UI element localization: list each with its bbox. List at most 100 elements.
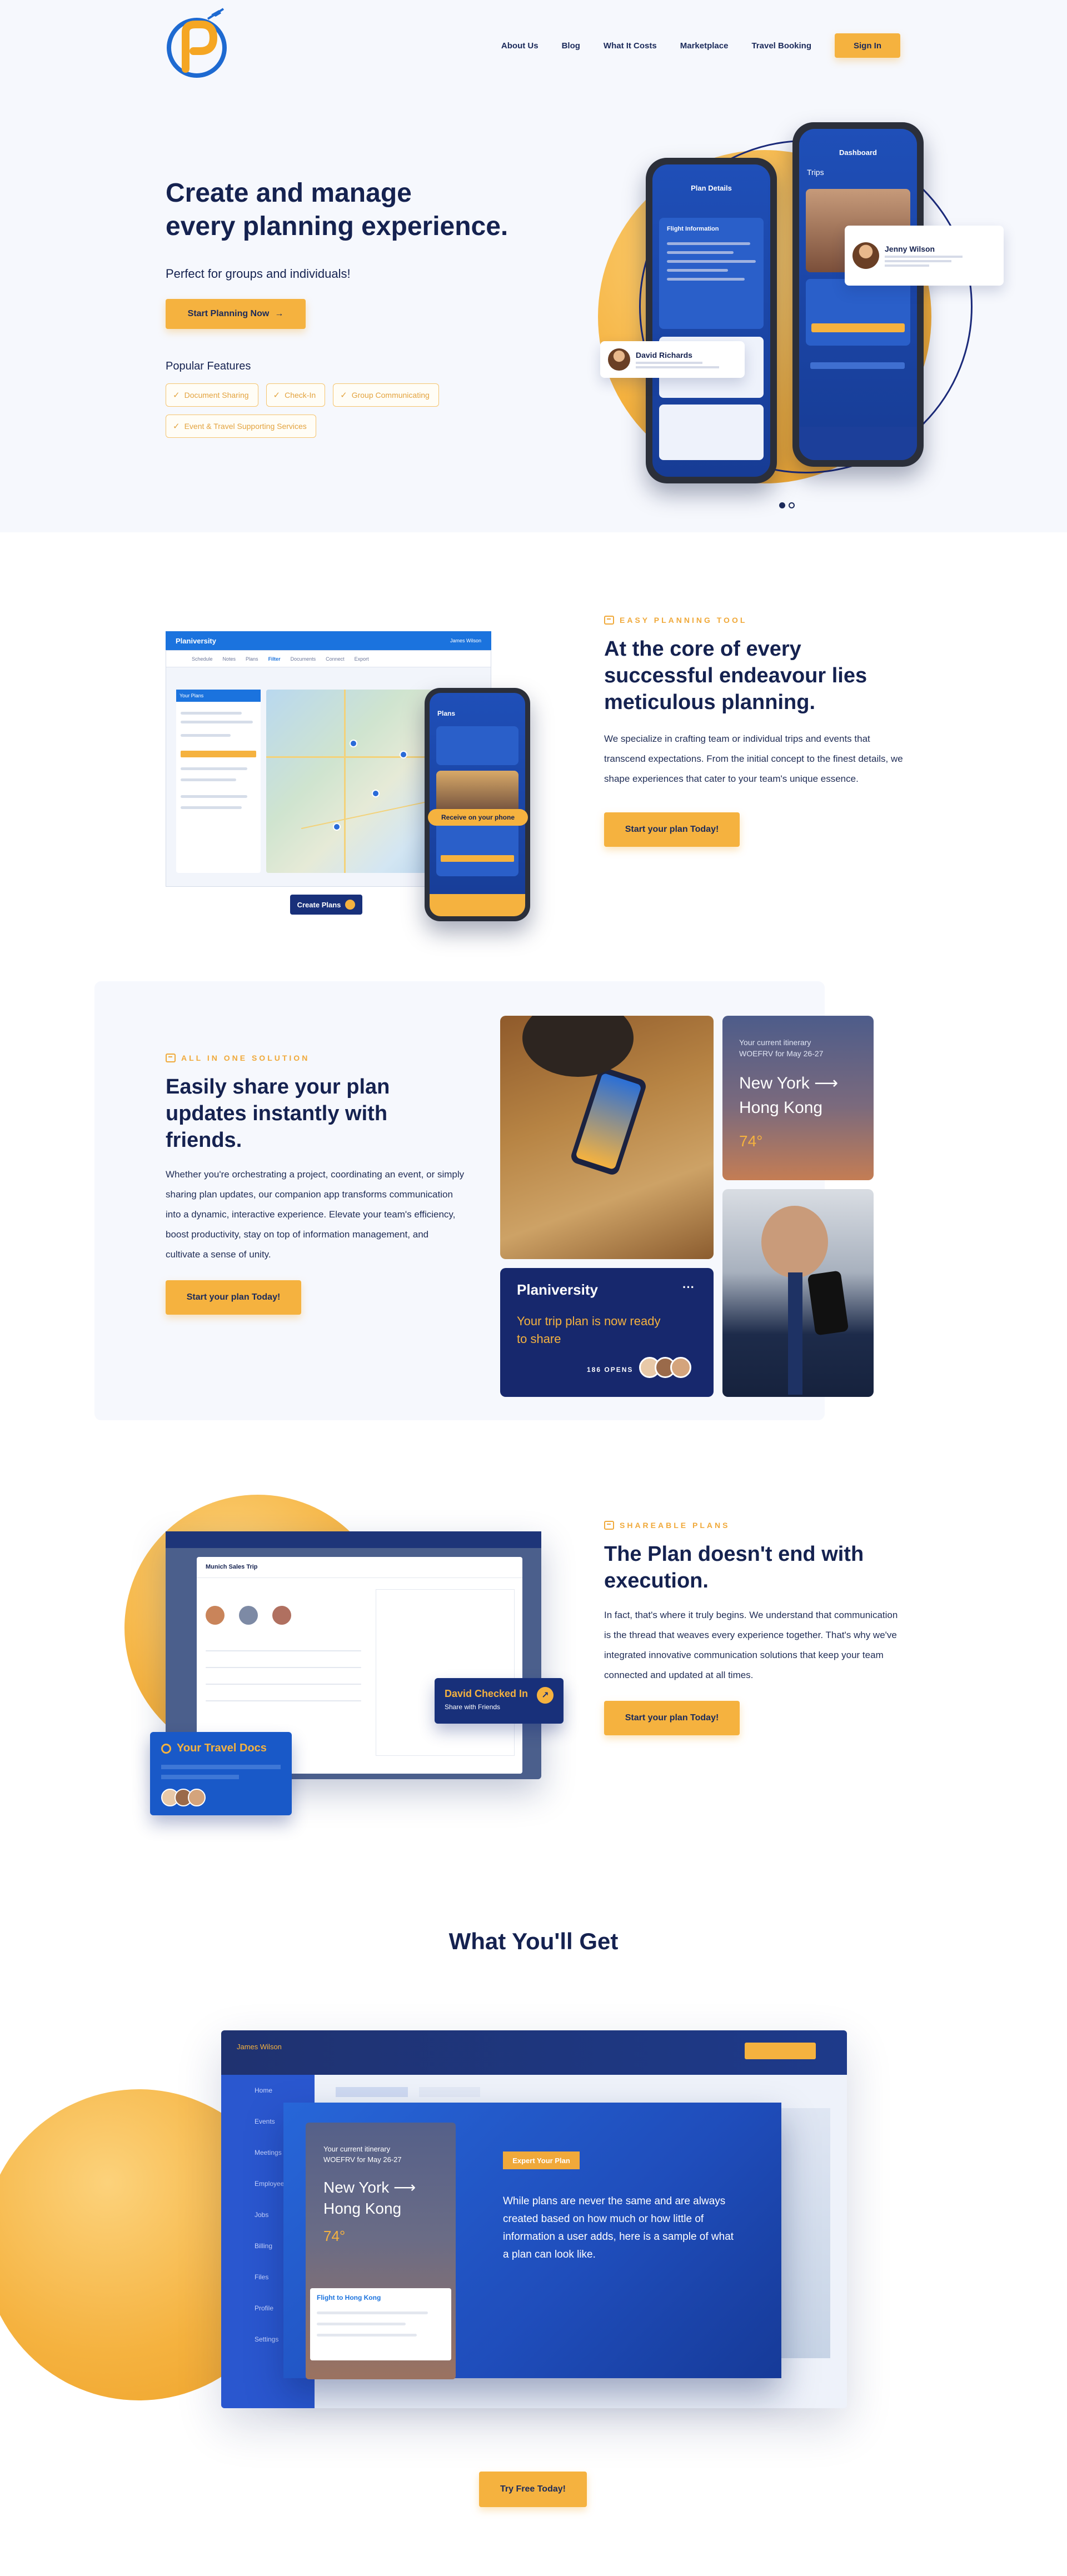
student-info-card bbox=[659, 405, 764, 460]
app-header: Planiversity James Wilson bbox=[166, 631, 491, 650]
planning-tool-section: EASY PLANNING TOOL At the core of every … bbox=[604, 616, 904, 847]
shareable-plans-section: SHAREABLE PLANS The Plan doesn't end wit… bbox=[604, 1521, 904, 1735]
map-pin-icon[interactable] bbox=[372, 790, 380, 797]
app-tab[interactable]: Connect bbox=[326, 656, 345, 662]
trips-tab: Trips bbox=[807, 168, 824, 177]
dashboard-header: James Wilson bbox=[221, 2030, 847, 2075]
document-icon bbox=[161, 1743, 171, 1754]
map-pin-icon[interactable] bbox=[333, 823, 341, 831]
app-tab[interactable]: Plans bbox=[246, 656, 258, 662]
sample-itinerary-card: Your current itinerary WOEFRV for May 26… bbox=[306, 2123, 456, 2379]
travel-docs-card[interactable]: Your Travel Docs bbox=[150, 1732, 292, 1815]
app-tab[interactable]: Schedule bbox=[192, 656, 213, 662]
feature-chip[interactable]: ✓ Group Communicating bbox=[333, 383, 439, 407]
avatar bbox=[852, 242, 879, 269]
section-body: We specialize in crafting team or indivi… bbox=[604, 733, 903, 784]
eyebrow-label: SHAREABLE PLANS bbox=[620, 1521, 730, 1530]
feature-chip-label: Document Sharing bbox=[184, 391, 249, 400]
map-pin-icon[interactable] bbox=[400, 751, 407, 758]
share-notification-card: Planiversity ··· Your trip plan is now r… bbox=[500, 1268, 714, 1397]
phone-mockup-plans: Plans bbox=[425, 688, 530, 921]
try-free-button[interactable]: Try Free Today! bbox=[479, 2472, 587, 2507]
avatar bbox=[608, 348, 630, 371]
itinerary-city-from: New York bbox=[323, 2179, 390, 2196]
jenny-wilson-card: Jenny Wilson bbox=[845, 226, 1004, 286]
app-tab[interactable]: Filter bbox=[268, 656, 281, 662]
popular-features-title: Popular Features bbox=[166, 360, 251, 372]
itinerary-label: Your current itinerary bbox=[323, 2145, 391, 2153]
what-youll-get-title: What You'll Get bbox=[448, 1928, 619, 1954]
expert-plan-button[interactable]: Expert Your Plan bbox=[503, 2151, 580, 2169]
map-pin-icon[interactable] bbox=[350, 740, 357, 747]
arrow-right-icon: ⟶ bbox=[393, 2179, 416, 2196]
panel-title: Your Plans bbox=[176, 690, 261, 702]
receive-on-phone-badge: Receive on your phone bbox=[428, 809, 528, 826]
more-icon[interactable]: ··· bbox=[682, 1280, 695, 1295]
planiversity-logo[interactable] bbox=[166, 7, 232, 79]
sample-plan-text: While plans are never the same and are a… bbox=[503, 2195, 734, 2260]
sign-in-button[interactable]: Sign In bbox=[835, 33, 900, 58]
flight-info-label: Flight Information bbox=[667, 226, 719, 232]
start-plan-button[interactable]: Start your plan Today! bbox=[604, 1701, 740, 1735]
jenny-wilson-name: Jenny Wilson bbox=[885, 244, 935, 253]
carousel-dot[interactable] bbox=[789, 502, 795, 508]
receive-label: Receive on your phone bbox=[441, 813, 515, 821]
section-body: Whether you're orchestrating a project, … bbox=[166, 1169, 465, 1260]
phone-screen-title: Plan Details bbox=[691, 184, 732, 192]
arrow-right-icon: → bbox=[275, 309, 284, 318]
hero-subtitle: Perfect for groups and individuals! bbox=[166, 267, 351, 281]
section-title: Easily share your plan updates instantly… bbox=[166, 1075, 390, 1152]
avatar bbox=[670, 1357, 691, 1378]
app-tab[interactable]: Documents bbox=[291, 656, 316, 662]
flight-title: Flight to Hong Kong bbox=[317, 2294, 381, 2302]
itinerary-label: Your current itinerary bbox=[739, 1038, 811, 1047]
app-tab[interactable]: Export bbox=[355, 656, 369, 662]
page: About Us Blog What It Costs Marketplace … bbox=[0, 0, 1067, 2576]
create-plans-label: Create Plans bbox=[297, 900, 341, 909]
app-tab[interactable]: Notes bbox=[223, 656, 236, 662]
trip-details-card bbox=[806, 279, 910, 346]
share-section: ALL IN ONE SOLUTION Easily share your pl… bbox=[166, 1054, 466, 1315]
calendar-icon bbox=[604, 616, 614, 625]
avatar-group bbox=[639, 1357, 691, 1378]
hero-title: Create and manage every planning experie… bbox=[166, 177, 566, 243]
notification-brand: Planiversity bbox=[517, 1281, 598, 1298]
david-richards-name: David Richards bbox=[636, 351, 692, 360]
nav-blog[interactable]: Blog bbox=[562, 41, 580, 51]
feature-chip-label: Group Communicating bbox=[351, 391, 430, 400]
feature-chip[interactable]: ✓ Document Sharing bbox=[166, 383, 258, 407]
nav-what-it-costs[interactable]: What It Costs bbox=[604, 41, 657, 51]
create-plans-button[interactable]: Create Plans bbox=[290, 895, 362, 915]
start-planning-label: Start Planning Now bbox=[187, 309, 270, 318]
phone-mockup-plan-details: Plan Details Flight Information bbox=[646, 158, 777, 483]
opens-count: 186 OPENS bbox=[587, 1366, 634, 1374]
nav-marketplace[interactable]: Marketplace bbox=[680, 41, 729, 51]
start-plan-button[interactable]: Start your plan Today! bbox=[166, 1280, 301, 1315]
app-name: Planiversity bbox=[176, 636, 216, 645]
flight-card: Flight to Hong Kong bbox=[310, 2288, 451, 2360]
start-planning-button[interactable]: Start Planning Now → bbox=[166, 299, 306, 329]
share-icon bbox=[604, 1521, 614, 1530]
temperature: 74° bbox=[323, 2228, 346, 2244]
feature-chip[interactable]: ✓ Check-In bbox=[266, 383, 326, 407]
phone-plans-title: Plans bbox=[437, 710, 456, 717]
trip-name: Munich Sales Trip bbox=[197, 1557, 522, 1578]
itinerary-code: WOEFRV for May 26-27 bbox=[739, 1049, 824, 1058]
app-tabs: Schedule Notes Plans Filter Documents Co… bbox=[166, 651, 491, 667]
flight-info-card: Flight Information bbox=[659, 218, 764, 329]
hero-title-line-1: Create and manage bbox=[166, 178, 412, 208]
check-icon: ✓ bbox=[173, 391, 180, 400]
start-plan-button[interactable]: Start your plan Today! bbox=[604, 812, 740, 847]
feature-chip-label: Check-In bbox=[285, 391, 316, 400]
section-title: At the core of every successful endeavou… bbox=[604, 637, 867, 714]
sidebar-item[interactable]: Home bbox=[221, 2075, 315, 2106]
eyebrow-planning-tool: EASY PLANNING TOOL bbox=[604, 616, 904, 625]
checked-in-card[interactable]: David Checked In Share with Friends ↗ bbox=[435, 1678, 564, 1724]
nav-travel-booking[interactable]: Travel Booking bbox=[751, 41, 811, 51]
nav-about-us[interactable]: About Us bbox=[501, 41, 539, 51]
eyebrow-shareable-plans: SHAREABLE PLANS bbox=[604, 1521, 904, 1530]
photo-person-with-phone bbox=[500, 1016, 714, 1259]
feature-chip[interactable]: ✓ Event & Travel Supporting Services bbox=[166, 415, 316, 438]
photo-businessman-phone bbox=[722, 1189, 874, 1397]
carousel-dot[interactable] bbox=[779, 502, 785, 508]
